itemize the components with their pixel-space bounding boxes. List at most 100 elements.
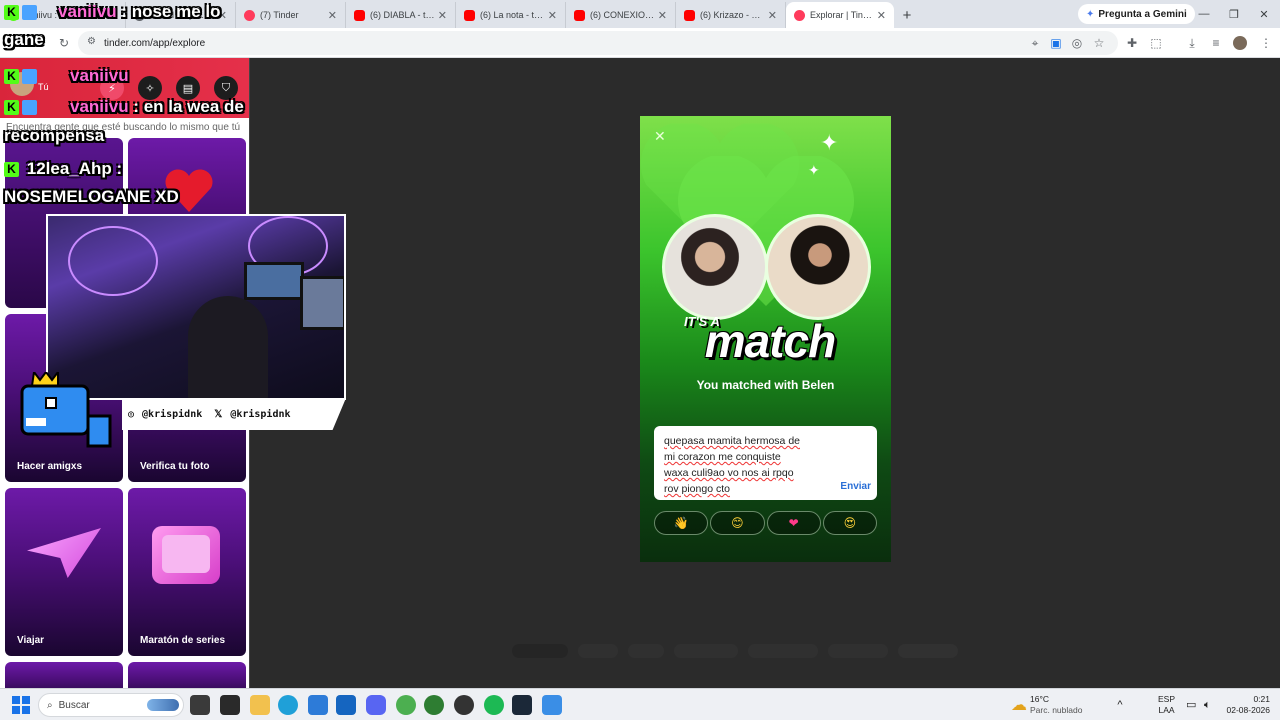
youtube-icon bbox=[464, 9, 475, 21]
download-icon[interactable]: ⤓ bbox=[1182, 33, 1202, 53]
reload-icon[interactable]: ↻ bbox=[54, 33, 74, 53]
youtube-icon bbox=[684, 9, 695, 21]
clock[interactable]: 0:21 02-08-2026 bbox=[1224, 689, 1270, 720]
lang-secondary: LAA bbox=[1158, 705, 1175, 715]
edge-icon[interactable] bbox=[278, 695, 298, 715]
match-photo-self bbox=[662, 214, 768, 320]
new-tab-button[interactable]: + bbox=[894, 2, 920, 28]
chat-message-2-cont: recompensa bbox=[4, 126, 105, 145]
dino-mascot bbox=[20, 372, 112, 448]
tab-youtube-diabla[interactable]: (6) DIABLA - toba ✕ bbox=[346, 2, 456, 28]
smile-emoji-button[interactable]: 😊 bbox=[710, 511, 765, 535]
puzzle-icon[interactable]: ⬚ bbox=[1146, 33, 1166, 53]
filter-bar-dimmed bbox=[512, 644, 1024, 662]
windows-taskbar: ⌕ Buscar ☁ 16°C Parc. nublado ^ ESP LAA … bbox=[0, 688, 1280, 720]
photos-icon[interactable] bbox=[542, 695, 562, 715]
emoji-quick-replies: 👋 😊 ❤ 😍 bbox=[654, 511, 877, 535]
message-text[interactable]: quepasa mamita hermosa de mi corazon me … bbox=[664, 433, 840, 497]
tab-title: (6) DIABLA - toba bbox=[370, 10, 435, 20]
match-photo-belen bbox=[765, 214, 871, 320]
tab-youtube-la-nota[interactable]: (6) La nota - toba ✕ bbox=[456, 2, 566, 28]
filter-pill bbox=[674, 644, 738, 658]
profile-avatar[interactable] bbox=[1230, 33, 1250, 53]
start-button[interactable] bbox=[12, 696, 30, 714]
tab-explorar-tinder[interactable]: Explorar | Tinder ✕ bbox=[786, 2, 894, 28]
task-view-icon[interactable] bbox=[190, 695, 210, 715]
social-handles-bar: ◎ @krispidnk 𝕏 @krispidnk bbox=[122, 398, 346, 430]
close-icon[interactable]: ✕ bbox=[548, 9, 557, 22]
discord-icon[interactable] bbox=[366, 695, 386, 715]
address-bar[interactable]: ⚙ tinder.com/app/explore bbox=[78, 31, 1118, 55]
close-icon[interactable]: ✕ bbox=[654, 128, 666, 145]
obs-icon[interactable] bbox=[454, 695, 474, 715]
chrome-profile-icon[interactable] bbox=[424, 695, 444, 715]
card-maraton-series[interactable]: Maratón de series bbox=[128, 488, 246, 656]
matched-with-text: You matched with Belen bbox=[696, 378, 835, 392]
card-label: Maratón de series bbox=[140, 635, 226, 646]
tab-youtube-conexiones[interactable]: (6) CONEXIONES ✕ bbox=[566, 2, 676, 28]
steam-icon[interactable] bbox=[512, 695, 532, 715]
close-icon[interactable]: ✕ bbox=[768, 9, 777, 22]
date: 02-08-2026 bbox=[1226, 705, 1270, 715]
search-icon: ⌕ bbox=[47, 699, 53, 711]
file-explorer-icon[interactable] bbox=[250, 695, 270, 715]
tab-title: (7) Tinder bbox=[260, 10, 299, 20]
card-viajar[interactable]: Viajar bbox=[5, 488, 123, 656]
close-icon[interactable]: ✕ bbox=[877, 9, 886, 22]
close-icon[interactable]: ✕ bbox=[328, 9, 337, 22]
menu-kebab-icon[interactable]: ⋮ bbox=[1256, 33, 1276, 53]
youtube-icon bbox=[354, 9, 365, 21]
gemini-button[interactable]: ✦ Pregunta a Gemini bbox=[1078, 4, 1195, 24]
sub-badge bbox=[22, 69, 37, 85]
chat-message-1: Kvaniivu : nose me lo bbox=[4, 2, 221, 22]
minimize-button[interactable]: — bbox=[1188, 0, 1220, 28]
heart-eyes-emoji-button[interactable]: 😍 bbox=[822, 511, 877, 535]
search-label: Buscar bbox=[58, 699, 90, 711]
location-icon[interactable]: ⌖ bbox=[1025, 33, 1045, 53]
chat-username: vaniivu bbox=[58, 2, 117, 21]
kick-badge: K bbox=[4, 100, 19, 116]
neon-light bbox=[68, 226, 158, 296]
chat-username: 12lea_Ahp bbox=[26, 159, 112, 178]
chat-text: : nose me lo bbox=[121, 2, 221, 21]
extension-icon[interactable]: ✚ bbox=[1122, 33, 1142, 53]
tinder-icon bbox=[794, 9, 805, 21]
filter-pill bbox=[748, 644, 818, 658]
message-input[interactable]: quepasa mamita hermosa de mi corazon me … bbox=[654, 426, 877, 500]
search-highlight-icon bbox=[147, 699, 179, 711]
sub-badge bbox=[22, 5, 37, 21]
chevron-up-icon[interactable]: ^ bbox=[1112, 689, 1128, 720]
explore-card-bottom-right[interactable] bbox=[128, 662, 246, 688]
media-icon[interactable]: ≡ bbox=[1206, 33, 1226, 53]
browser-toolbar: ↻ ⚙ tinder.com/app/explore ⌖ ▣ ◎ ☆ ✚ ⬚ ⤓… bbox=[0, 28, 1280, 58]
volume-icon[interactable]: 🔈︎ bbox=[1204, 689, 1211, 720]
chrome-icon[interactable] bbox=[396, 695, 416, 715]
network-icon[interactable]: ▭ bbox=[1186, 689, 1196, 720]
store-icon[interactable] bbox=[308, 695, 328, 715]
install-app-icon[interactable]: ▣ bbox=[1046, 33, 1066, 53]
send-button[interactable]: Enviar bbox=[840, 481, 871, 492]
tab-title: (6) La nota - toba bbox=[480, 10, 545, 20]
close-icon[interactable]: ✕ bbox=[438, 9, 447, 22]
tab-tinder[interactable]: (7) Tinder ✕ bbox=[236, 2, 346, 28]
bookmark-star-icon[interactable]: ☆ bbox=[1089, 33, 1109, 53]
heart-emoji-button[interactable]: ❤ bbox=[766, 511, 821, 535]
streamer-figure bbox=[188, 296, 268, 398]
mail-icon[interactable] bbox=[336, 695, 356, 715]
app-icon[interactable] bbox=[220, 695, 240, 715]
site-info-icon[interactable]: ⚙ bbox=[87, 36, 96, 47]
explore-card-bottom-left[interactable] bbox=[5, 662, 123, 688]
sparkle-icon: ✦ bbox=[820, 130, 839, 155]
filter-pill bbox=[628, 644, 664, 658]
taskbar-search[interactable]: ⌕ Buscar bbox=[38, 693, 184, 717]
tab-youtube-krizazo[interactable]: (6) Krizazo - YIN ✕ bbox=[676, 2, 786, 28]
language-indicator[interactable]: ESP LAA bbox=[1158, 689, 1175, 720]
weather-widget[interactable]: 16°C Parc. nublado bbox=[1030, 689, 1082, 720]
window-close-button[interactable]: ✕ bbox=[1248, 0, 1280, 28]
eye-off-icon[interactable]: ◎ bbox=[1067, 33, 1087, 53]
wave-emoji-button[interactable]: 👋 bbox=[654, 511, 709, 535]
maximize-button[interactable]: ❐ bbox=[1218, 0, 1250, 28]
spotify-icon[interactable] bbox=[484, 695, 504, 715]
instagram-icon: ◎ bbox=[128, 408, 135, 420]
close-icon[interactable]: ✕ bbox=[658, 9, 667, 22]
